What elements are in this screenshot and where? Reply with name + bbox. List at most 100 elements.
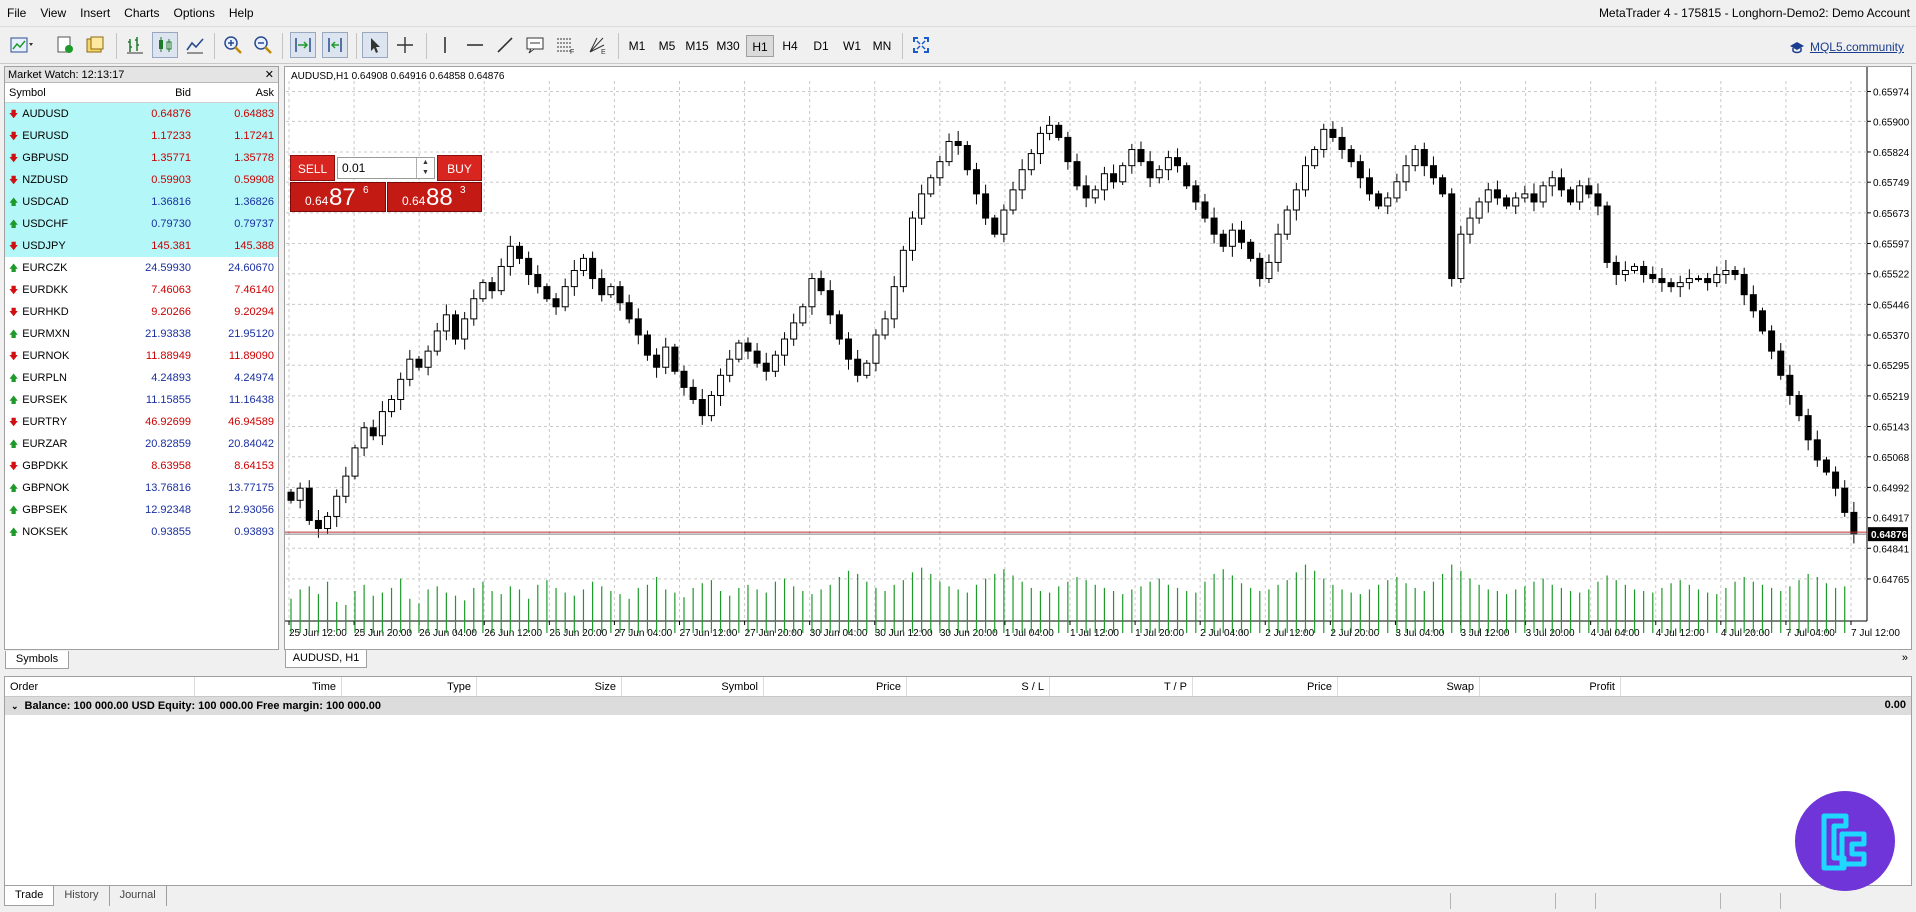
market-watch-row[interactable]: 🡇 AUDUSD 0.64876 0.64883 <box>5 103 278 125</box>
mql5-link-text[interactable]: MQL5.community <box>1810 40 1904 54</box>
price-tick-label: 0.65446 <box>1873 300 1910 311</box>
market-watch-row[interactable]: 🡇 EURNOK 11.88949 11.89090 <box>5 345 278 367</box>
menu-help[interactable]: Help <box>222 6 261 20</box>
market-watch-row[interactable]: 🡅 EURPLN 4.24893 4.24974 <box>5 367 278 389</box>
menu-charts[interactable]: Charts <box>117 6 166 20</box>
time-tick-label: 25 Jun 20:00 <box>354 628 412 639</box>
candle-body <box>1841 487 1849 513</box>
candle-chart-icon[interactable] <box>152 32 178 58</box>
timeframe-m1[interactable]: M1 <box>623 35 651 57</box>
trendline-icon[interactable] <box>492 32 518 58</box>
price-tick-label: 0.65143 <box>1873 423 1910 434</box>
gann-icon[interactable]: E <box>584 32 610 58</box>
market-watch-header: Symbol Bid Ask <box>5 83 278 103</box>
bid-price: 20.82859 <box>145 438 191 450</box>
window-title: MetaTrader 4 - 175815 - Longhorn-Demo2: … <box>1598 6 1910 20</box>
terminal-column-size[interactable]: Size <box>477 677 622 696</box>
menu-insert[interactable]: Insert <box>73 6 117 20</box>
market-watch-row[interactable]: 🡇 EURHKD 9.20266 9.20294 <box>5 301 278 323</box>
zoom-out-icon[interactable] <box>250 32 276 58</box>
timeframe-h1[interactable]: H1 <box>746 35 774 57</box>
terminal-column-price[interactable]: Price <box>1193 677 1338 696</box>
terminal-column-order[interactable]: Order <box>5 677 195 696</box>
profiles-icon[interactable] <box>52 32 78 58</box>
close-icon[interactable]: ✕ <box>265 67 274 83</box>
timeframe-mn[interactable]: MN <box>868 35 896 57</box>
market-watch-row[interactable]: 🡅 NOKSEK 0.93855 0.93893 <box>5 521 278 543</box>
candle-body <box>534 274 542 288</box>
menu-view[interactable]: View <box>33 6 73 20</box>
bid-price: 12.92348 <box>145 504 191 516</box>
horizontal-line-icon[interactable] <box>462 32 488 58</box>
column-ask[interactable]: Ask <box>195 83 278 102</box>
tab-chart-audusd[interactable]: AUDUSD, H1 <box>285 650 367 668</box>
chart-window[interactable]: 0.65974 0.65900 0.65824 0.65749 0.65673 0.655… <box>284 66 1912 650</box>
symbol-cell: 🡅 EURPLN <box>5 367 111 389</box>
mql5-community-link[interactable]: MQL5.community <box>1789 40 1904 54</box>
market-watch-row[interactable]: 🡇 NZDUSD 0.59903 0.59908 <box>5 169 278 191</box>
market-watch-row[interactable]: 🡇 GBPUSD 1.35771 1.35778 <box>5 147 278 169</box>
terminal-column-type[interactable]: Type <box>342 677 477 696</box>
terminal-column-sl[interactable]: S / L <box>907 677 1050 696</box>
candlestick-chart[interactable]: 0.65974 0.65900 0.65824 0.65749 0.65673 0.655… <box>285 67 1913 651</box>
market-watch-row[interactable]: 🡇 EURTRY 46.92699 46.94589 <box>5 411 278 433</box>
chart-shift-icon[interactable] <box>322 32 348 58</box>
terminal-column-time[interactable]: Time <box>195 677 342 696</box>
market-watch-row[interactable]: 🡇 EURDKK 7.46063 7.46140 <box>5 279 278 301</box>
bid-price: 7.46063 <box>151 284 191 296</box>
timeframe-d1[interactable]: D1 <box>807 35 835 57</box>
timeframe-h4[interactable]: H4 <box>776 35 804 57</box>
new-chart-icon[interactable] <box>8 32 34 58</box>
crosshair-icon[interactable] <box>392 32 418 58</box>
candle-body <box>799 306 807 324</box>
balance-row[interactable]: ⌄ Balance: 100 000.00 USD Equity: 100 00… <box>5 697 1911 715</box>
fullscreen-icon[interactable] <box>908 32 934 58</box>
timeframe-m30[interactable]: M30 <box>714 35 742 57</box>
market-watch-row[interactable]: 🡇 EURUSD 1.17233 1.17241 <box>5 125 278 147</box>
sell-price-button[interactable]: 0.64 87 6 <box>290 182 386 212</box>
bar-chart-icon[interactable] <box>122 32 148 58</box>
market-watch-row[interactable]: 🡅 USDCAD 1.36816 1.36826 <box>5 191 278 213</box>
market-watch-row[interactable]: 🡅 EURZAR 20.82859 20.84042 <box>5 433 278 455</box>
market-watch-row[interactable]: 🡅 GBPSEK 12.92348 12.93056 <box>5 499 278 521</box>
timeframe-w1[interactable]: W1 <box>838 35 866 57</box>
auto-scroll-icon[interactable] <box>290 32 316 58</box>
market-watch-row[interactable]: 🡅 EURSEK 11.15855 11.16438 <box>5 389 278 411</box>
collapse-icon[interactable]: ⌄ <box>11 701 19 712</box>
candle-body <box>689 386 697 401</box>
market-watch-row[interactable]: 🡅 EURMXN 21.93838 21.95120 <box>5 323 278 345</box>
column-bid[interactable]: Bid <box>111 83 195 102</box>
candle-body <box>954 140 962 147</box>
lot-stepper-icon[interactable]: ▲ ▼ <box>416 158 434 178</box>
text-icon[interactable] <box>522 32 548 58</box>
line-chart-icon[interactable] <box>182 32 208 58</box>
terminal-column-tp[interactable]: T / P <box>1050 677 1193 696</box>
terminal-column-symbol[interactable]: Symbol <box>622 677 764 696</box>
timeframe-m15[interactable]: M15 <box>683 35 711 57</box>
column-symbol[interactable]: Symbol <box>5 83 111 102</box>
market-watch-row[interactable]: 🡅 EURCZK 24.59930 24.60670 <box>5 257 278 279</box>
market-watch-row[interactable]: 🡅 GBPNOK 13.76816 13.77175 <box>5 477 278 499</box>
buy-price-button[interactable]: 0.64 88 3 <box>387 182 482 212</box>
candle-body <box>1631 265 1639 271</box>
zoom-in-icon[interactable] <box>220 32 246 58</box>
symbol-name: EURDKK <box>22 284 69 296</box>
tab-symbols[interactable]: Symbols <box>5 651 69 669</box>
menu-options[interactable]: Options <box>167 6 222 20</box>
terminal-column-swap[interactable]: Swap <box>1338 677 1480 696</box>
chart-tabs-scroll-icon[interactable]: » <box>1902 652 1908 664</box>
menu-file[interactable]: File <box>0 6 33 20</box>
vertical-line-icon[interactable] <box>432 32 458 58</box>
sell-button[interactable]: SELL <box>290 155 335 181</box>
templates-icon[interactable] <box>82 32 108 58</box>
market-watch-row[interactable]: 🡇 USDJPY 145.381 145.388 <box>5 235 278 257</box>
fibonacci-icon[interactable]: F <box>552 32 578 58</box>
market-watch-row[interactable]: 🡅 USDCHF 0.79730 0.79737 <box>5 213 278 235</box>
buy-button[interactable]: BUY <box>437 155 482 181</box>
cursor-icon[interactable] <box>362 32 388 58</box>
lot-size-input[interactable]: 0.01 ▲ ▼ <box>337 157 435 179</box>
terminal-column-profit[interactable]: Profit <box>1480 677 1621 696</box>
timeframe-m5[interactable]: M5 <box>653 35 681 57</box>
market-watch-row[interactable]: 🡇 GBPDKK 8.63958 8.64153 <box>5 455 278 477</box>
terminal-column-price[interactable]: Price <box>764 677 907 696</box>
